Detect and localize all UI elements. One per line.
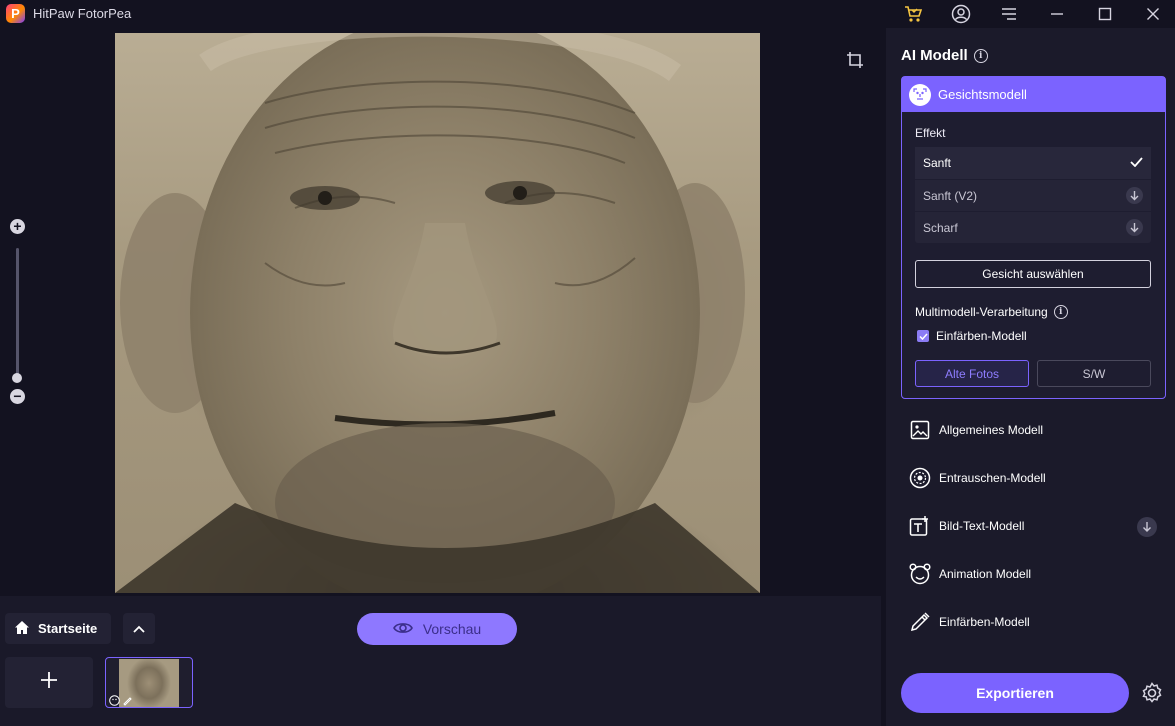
cart-icon[interactable] xyxy=(902,3,924,25)
collapse-button[interactable] xyxy=(123,613,155,644)
preview-label: Vorschau xyxy=(422,621,482,637)
model-label: Animation Modell xyxy=(939,567,1032,581)
bottom-strip: Startseite Vorschau xyxy=(0,596,881,726)
colorize-icon xyxy=(908,611,931,634)
app-title: HitPaw FotorPea xyxy=(33,6,132,21)
zoom-slider-track[interactable] xyxy=(16,248,19,378)
model-item-general[interactable]: Allgemeines Modell xyxy=(908,417,1043,443)
model-label: Einfärben-Modell xyxy=(939,615,1030,629)
effect-label: Sanft (V2) xyxy=(923,188,978,203)
info-icon[interactable]: i xyxy=(1053,305,1068,319)
thumbnail-badges xyxy=(109,693,133,707)
home-icon xyxy=(14,620,30,638)
effekt-label: Effekt xyxy=(915,126,946,140)
bw-option[interactable]: S/W xyxy=(1037,360,1151,387)
face-model-card: Gesichtsmodell Effekt Sanft Sanft (V2) S… xyxy=(901,76,1166,399)
photo-preview xyxy=(115,33,760,593)
text-image-icon xyxy=(908,515,931,538)
eye-icon xyxy=(392,621,413,638)
image-icon xyxy=(908,419,931,442)
home-button[interactable]: Startseite xyxy=(5,613,111,644)
denoise-icon xyxy=(908,467,931,490)
crop-icon[interactable] xyxy=(845,50,865,70)
colorize-checkbox-label: Einfärben-Modell xyxy=(936,329,1027,343)
model-item-denoise[interactable]: Entrauschen-Modell xyxy=(908,465,1046,491)
home-label: Startseite xyxy=(38,621,98,636)
model-label: Entrauschen-Modell xyxy=(939,471,1046,485)
ai-model-panel: AI Modell i Gesichtsmodell Effekt Sanft xyxy=(886,28,1175,726)
menu-icon[interactable] xyxy=(998,3,1020,25)
model-item-text-image[interactable]: Bild-Text-Modell xyxy=(908,513,1024,539)
model-item-animation[interactable]: Animation Modell xyxy=(908,561,1031,587)
checkmark-icon xyxy=(1130,156,1143,170)
effect-option-scharf[interactable]: Scharf xyxy=(915,211,1151,243)
face-model-badge-icon xyxy=(109,693,120,707)
effect-list: Sanft Sanft (V2) Scharf xyxy=(915,147,1151,243)
zoom-out-icon[interactable]: − xyxy=(10,389,25,404)
account-icon[interactable] xyxy=(950,3,972,25)
panel-title-label: AI Modell xyxy=(901,47,968,64)
add-image-button[interactable] xyxy=(5,657,93,708)
effect-option-sanft[interactable]: Sanft xyxy=(915,147,1151,179)
face-model-header[interactable]: Gesichtsmodell xyxy=(902,77,1165,112)
face-model-label: Gesichtsmodell xyxy=(938,87,1027,102)
chevron-up-icon xyxy=(133,620,145,638)
app-logo: P xyxy=(6,4,25,23)
zoom-in-icon[interactable]: + xyxy=(10,219,25,234)
minimize-icon[interactable] xyxy=(1046,3,1068,25)
effect-label: Sanft xyxy=(923,156,952,170)
preview-button[interactable]: Vorschau xyxy=(357,613,517,645)
info-icon[interactable]: i xyxy=(973,48,988,63)
zoom-slider-handle[interactable] xyxy=(12,373,22,383)
colorize-checkbox[interactable] xyxy=(917,330,929,342)
maximize-icon[interactable] xyxy=(1094,3,1116,25)
model-item-colorize[interactable]: Einfärben-Modell xyxy=(908,609,1030,635)
download-icon[interactable] xyxy=(1137,517,1157,537)
face-model-icon xyxy=(909,83,931,106)
model-label: Bild-Text-Modell xyxy=(939,519,1025,533)
download-icon[interactable] xyxy=(1126,187,1143,204)
export-button[interactable]: Exportieren xyxy=(901,673,1129,713)
image-thumbnail[interactable] xyxy=(105,657,193,708)
select-face-button[interactable]: Gesicht auswählen xyxy=(915,260,1151,288)
animation-icon xyxy=(908,563,931,586)
multi-model-label: Multimodell-Verarbeitung i xyxy=(915,305,1068,319)
image-canvas[interactable]: + − xyxy=(0,28,881,596)
effect-label: Scharf xyxy=(923,220,958,235)
multi-model-text: Multimodell-Verarbeitung xyxy=(915,305,1048,319)
app-window: P HitPaw FotorPea + − Startseite Vorscha… xyxy=(0,0,1175,726)
gear-icon[interactable] xyxy=(1141,682,1163,704)
title-bar: P HitPaw FotorPea xyxy=(0,0,1175,28)
download-icon[interactable] xyxy=(1126,219,1143,236)
plus-icon xyxy=(40,671,58,694)
close-icon[interactable] xyxy=(1142,3,1164,25)
colorize-checkbox-row[interactable]: Einfärben-Modell xyxy=(917,329,1027,343)
colorize-badge-icon xyxy=(122,693,133,707)
old-photos-option[interactable]: Alte Fotos xyxy=(915,360,1029,387)
effect-option-sanft-v2[interactable]: Sanft (V2) xyxy=(915,179,1151,211)
model-label: Allgemeines Modell xyxy=(939,423,1044,437)
panel-title: AI Modell i xyxy=(901,47,988,64)
